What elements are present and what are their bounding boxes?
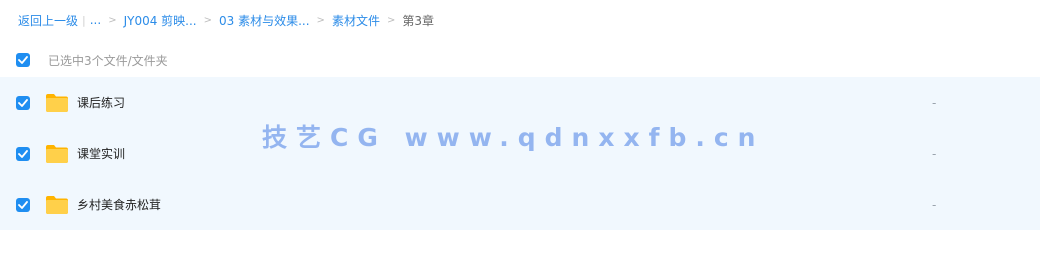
folder-icon: [46, 195, 68, 214]
list-item[interactable]: 课堂实训 -: [0, 128, 1040, 179]
chevron-right-icon: >: [108, 14, 117, 26]
file-name[interactable]: 乡村美食赤松茸: [77, 196, 161, 213]
breadcrumb-current: 第3章: [402, 13, 434, 28]
file-list: 课后练习 - 课堂实训 - 乡村美食赤松茸 -: [0, 77, 1040, 230]
row-checkbox[interactable]: [16, 146, 30, 161]
chevron-right-icon: >: [203, 14, 213, 26]
file-meta: -: [932, 146, 937, 161]
file-meta: -: [932, 197, 937, 212]
row-checkbox[interactable]: [16, 95, 30, 110]
chevron-right-icon: >: [316, 14, 325, 26]
breadcrumb-divider: |: [82, 13, 86, 27]
breadcrumb: 返回上一级 | ... > JY004 剪映... > 03 素材与效果... …: [18, 10, 434, 30]
folder-icon: [46, 93, 68, 112]
breadcrumb-ellipsis[interactable]: ...: [90, 13, 101, 27]
file-meta: -: [932, 95, 937, 110]
back-link[interactable]: 返回上一级: [18, 12, 78, 29]
list-item[interactable]: 乡村美食赤松茸 -: [0, 179, 1040, 230]
check-icon: [18, 200, 28, 209]
file-browser: 返回上一级 | ... > JY004 剪映... > 03 素材与效果... …: [0, 0, 1040, 273]
chevron-right-icon: >: [386, 14, 396, 26]
file-name[interactable]: 课后练习: [77, 94, 125, 111]
file-name[interactable]: 课堂实训: [77, 145, 125, 162]
selection-count-label: 已选中3个文件/文件夹: [48, 53, 168, 68]
check-icon: [18, 98, 28, 107]
folder-icon: [46, 144, 68, 163]
check-icon: [18, 149, 28, 158]
select-all-row: 已选中3个文件/文件夹: [0, 48, 1040, 72]
breadcrumb-item-material-files[interactable]: 素材文件: [332, 12, 380, 29]
breadcrumb-item-materials-effects[interactable]: 03 素材与效果...: [219, 12, 310, 29]
select-all-checkbox[interactable]: [16, 53, 30, 67]
row-checkbox[interactable]: [16, 197, 30, 212]
breadcrumb-item-jy004[interactable]: JY004 剪映...: [124, 12, 197, 29]
check-icon: [18, 56, 28, 64]
list-item[interactable]: 课后练习 -: [0, 77, 1040, 128]
